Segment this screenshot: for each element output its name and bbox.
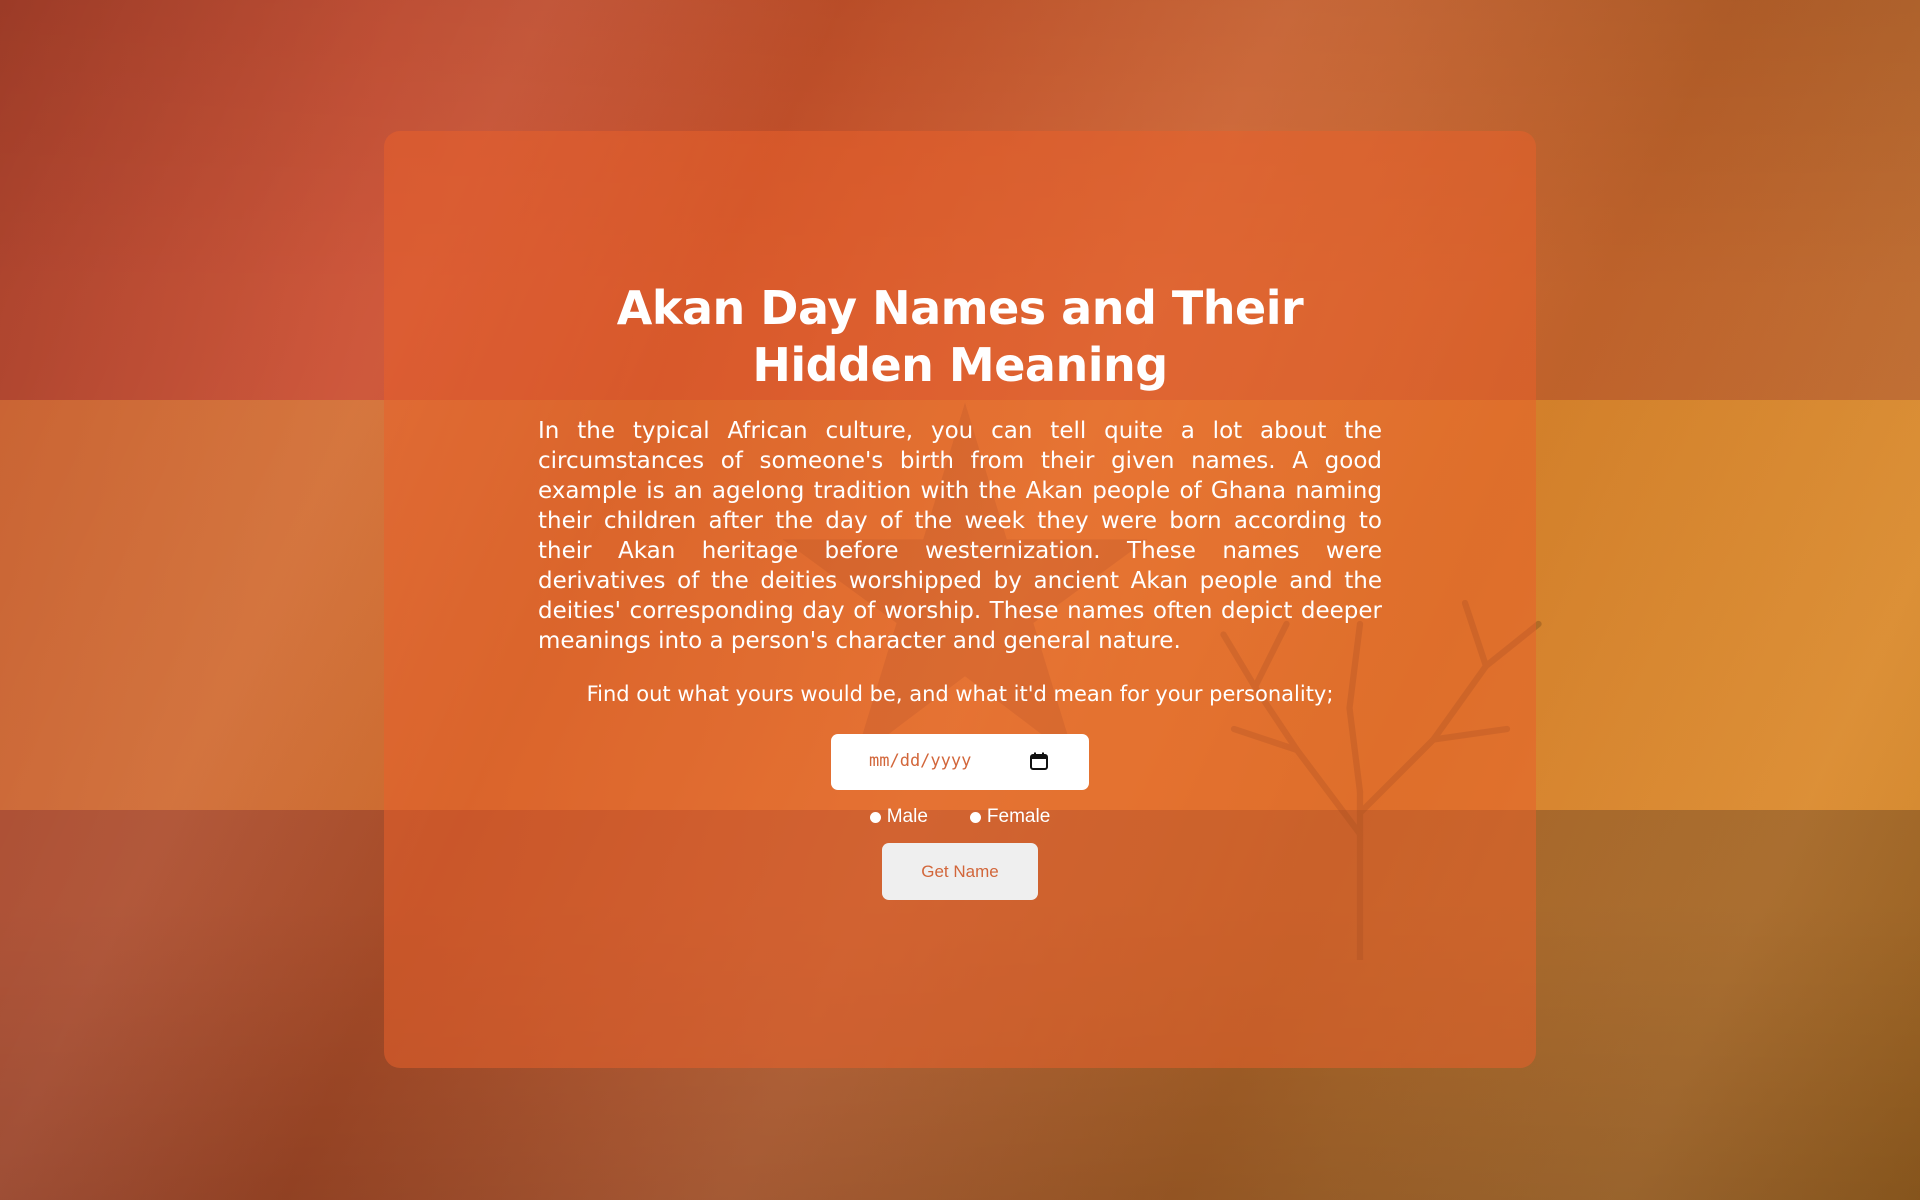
prompt-text: Find out what yours would be, and what i…: [586, 682, 1334, 706]
radio-female-label: Female: [986, 806, 1051, 827]
gender-option-female[interactable]: Female: [969, 806, 1051, 828]
radio-female[interactable]: [969, 811, 981, 823]
calendar-icon[interactable]: [1029, 751, 1049, 771]
gender-option-male[interactable]: Male: [869, 806, 928, 828]
gender-radio-group: Male Female: [538, 806, 1382, 828]
main-content: Akan Day Names and Their Hidden Meaning …: [538, 280, 1382, 900]
radio-male-label: Male: [886, 806, 928, 827]
birthdate-input[interactable]: mm/dd/yyyy: [831, 734, 1089, 790]
page-title: Akan Day Names and Their Hidden Meaning: [616, 281, 1304, 392]
date-placeholder: mm/dd/yyyy: [869, 751, 972, 771]
radio-male[interactable]: [869, 811, 881, 823]
get-name-button[interactable]: Get Name: [882, 843, 1038, 900]
intro-paragraph: In the typical African culture, you can …: [538, 418, 1382, 654]
